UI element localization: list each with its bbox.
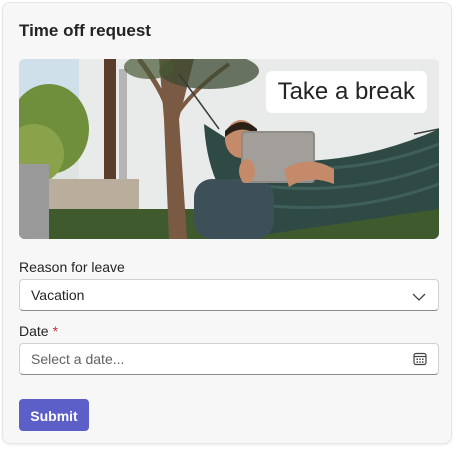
chevron-down-icon[interactable]: [412, 289, 426, 305]
hero-image: Take a break: [19, 59, 439, 239]
reason-dropdown[interactable]: Vacation: [19, 279, 439, 311]
card-title: Time off request: [19, 21, 151, 40]
reason-label: Reason for leave: [19, 259, 125, 275]
reason-value: Vacation: [31, 287, 85, 303]
hero-badge: Take a break: [265, 71, 427, 113]
date-input[interactable]: Select a date...: [19, 343, 439, 375]
submit-button[interactable]: Submit: [19, 399, 89, 431]
calendar-icon[interactable]: [412, 351, 428, 370]
time-off-request-card: Time off request Take a break Reason for…: [2, 2, 452, 444]
required-marker: *: [52, 323, 59, 339]
date-label: Date *: [19, 323, 58, 339]
date-label-text: Date: [19, 323, 49, 339]
date-placeholder: Select a date...: [31, 351, 125, 367]
